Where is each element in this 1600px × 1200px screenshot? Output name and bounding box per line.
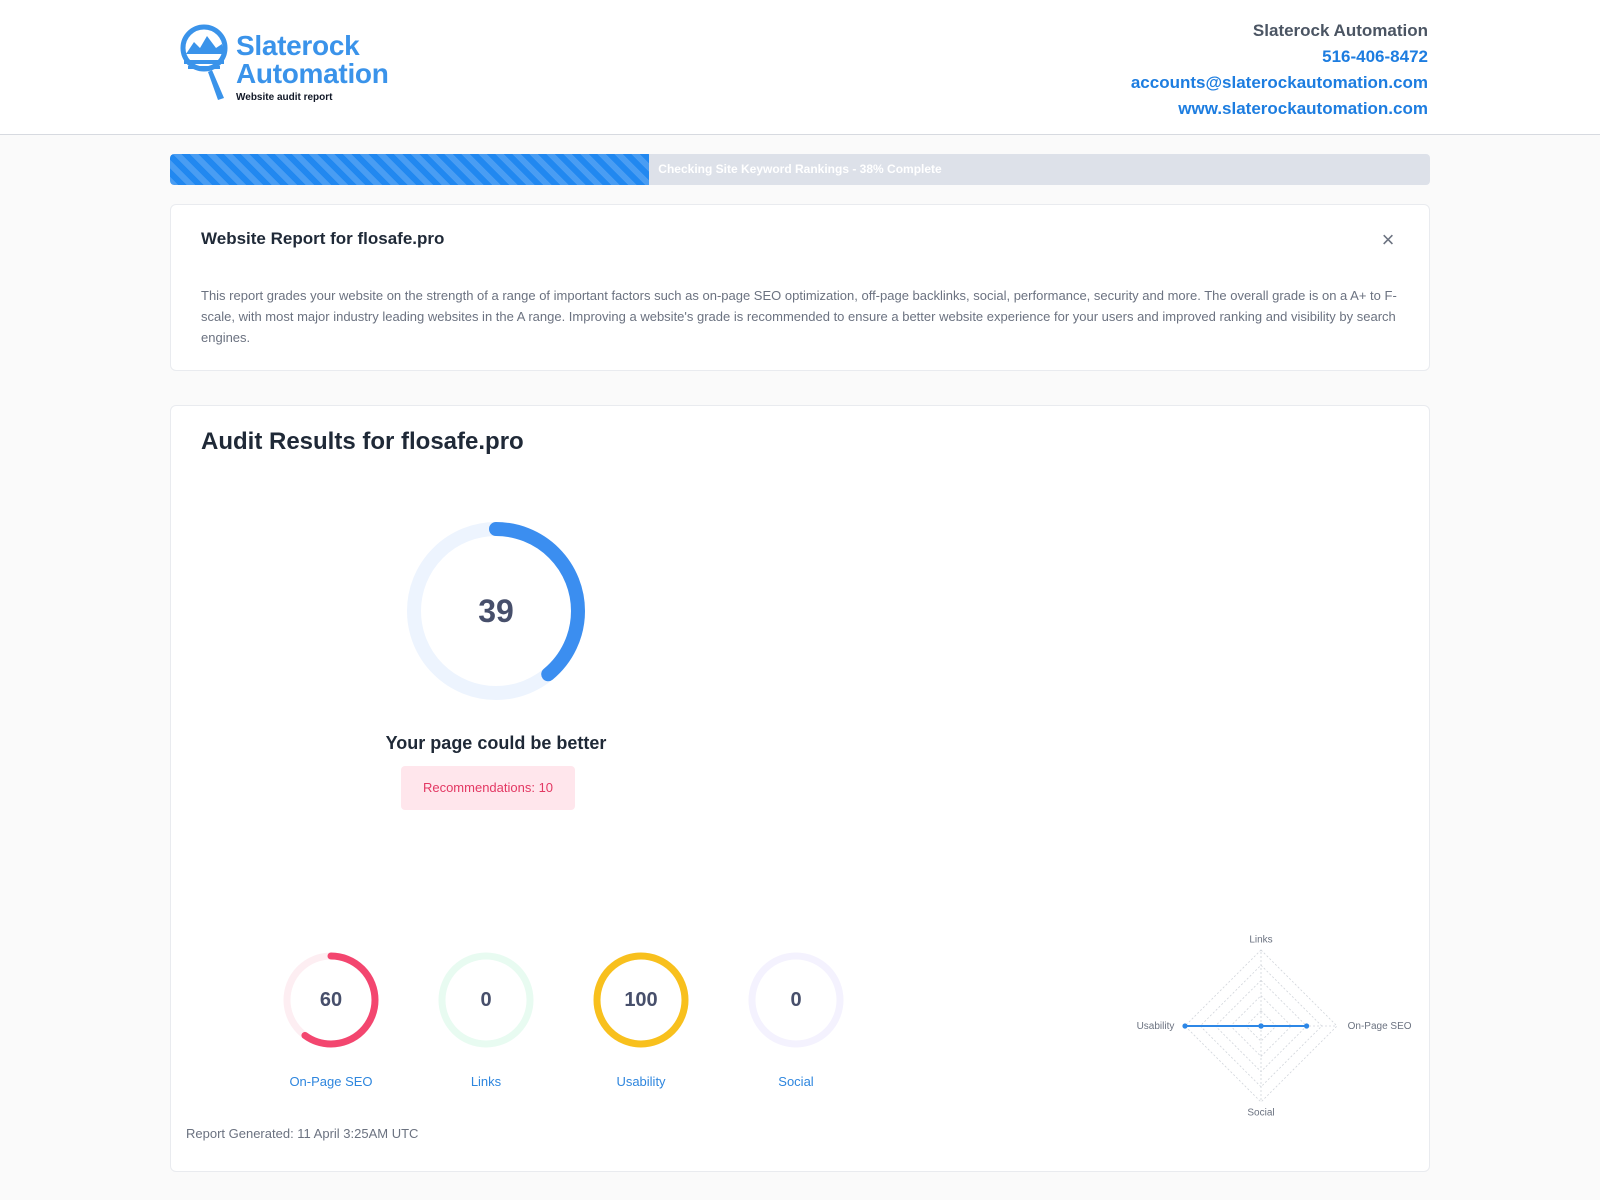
- radar-series-point: [1304, 1023, 1310, 1029]
- radar-series-point: [1182, 1023, 1188, 1029]
- links-label-link[interactable]: Links: [416, 1074, 556, 1089]
- contact-block: Slaterock Automation 516-406-8472 accoun…: [1131, 18, 1428, 122]
- report-header: Slaterock Automation Website audit repor…: [0, 0, 1600, 135]
- brand-logo: Slaterock Automation Website audit repor…: [180, 24, 430, 106]
- progress-bar: Checking Site Keyword Rankings - 38% Com…: [170, 154, 1430, 185]
- on-page-seo-score-value: 60: [319, 989, 343, 1011]
- social-score-value: 0: [790, 989, 802, 1011]
- audit-title: Audit Results for flosafe.pro: [201, 428, 524, 455]
- intro-description: This report grades your website on the s…: [201, 288, 1397, 345]
- brand-name: Slaterock Automation: [236, 32, 389, 88]
- recommendations-button[interactable]: Recommendations: 10: [401, 766, 575, 810]
- magnifier-mountain-icon: [180, 24, 228, 100]
- radar-axis-label: Usability: [1137, 1021, 1175, 1032]
- brand-name-line1: Slaterock: [236, 30, 360, 61]
- usability-score-value: 100: [624, 989, 658, 1011]
- links-score-value: 0: [480, 989, 492, 1011]
- radar-series-point: [1258, 1023, 1264, 1029]
- usability-label-link[interactable]: Usability: [571, 1074, 711, 1089]
- contact-company: Slaterock Automation: [1252, 21, 1428, 40]
- report-generated-time: Report Generated: 11 April 3:25AM UTC: [186, 1126, 419, 1141]
- score-verdict: Your page could be better: [385, 733, 607, 753]
- on-page-seo-label-link[interactable]: On-Page SEO: [261, 1074, 401, 1089]
- overall-score-value: 39: [478, 593, 514, 629]
- radar-axis-label: Links: [1249, 934, 1272, 945]
- audit-results-card: Audit Results for flosafe.pro 39 Your pa…: [170, 405, 1430, 1172]
- report-intro-card: Website Report for flosafe.pro × This re…: [170, 204, 1430, 371]
- brand-tagline: Website audit report: [236, 92, 333, 103]
- contact-phone-link[interactable]: 516-406-8472: [1131, 44, 1428, 70]
- social-label-link[interactable]: Social: [726, 1074, 866, 1089]
- close-icon[interactable]: ×: [1377, 229, 1399, 251]
- progress-bar-label: Checking Site Keyword Rankings - 38% Com…: [658, 162, 942, 176]
- category-radar-chart: Links On-Page SEO Social Usability: [1137, 934, 1412, 1119]
- contact-website-link[interactable]: www.slaterockautomation.com: [1131, 96, 1428, 122]
- brand-name-line2: Automation: [236, 58, 389, 89]
- radar-axis-label: Social: [1247, 1108, 1274, 1119]
- contact-email-link[interactable]: accounts@slaterockautomation.com: [1131, 70, 1428, 96]
- intro-title: Website Report for flosafe.pro: [201, 229, 445, 248]
- radar-axis-label: On-Page SEO: [1348, 1021, 1412, 1032]
